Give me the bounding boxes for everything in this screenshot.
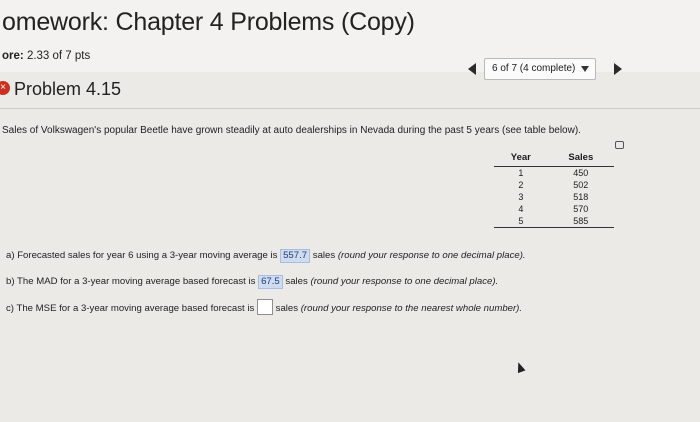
score-value: 2.33 of 7 pts xyxy=(26,50,91,62)
answer-a-field[interactable]: 557.7 xyxy=(280,249,311,263)
answer-b-field[interactable]: 67.5 xyxy=(258,275,283,289)
question-b: b) The MAD for a 3-year moving average b… xyxy=(6,275,498,289)
question-b-unit: sales xyxy=(285,276,308,287)
sales-cell: 585 xyxy=(547,215,614,228)
question-a-unit: sales xyxy=(312,250,336,261)
sales-cell: 502 xyxy=(573,180,589,190)
sales-cell: 570 xyxy=(573,204,589,214)
question-position: 6 of 7 (4 complete) xyxy=(492,63,576,74)
question-c-unit: sales xyxy=(275,303,299,314)
year-cell: 2 xyxy=(518,180,524,190)
incorrect-x-icon: × xyxy=(0,81,10,95)
question-c-text: c) The MSE for a 3-year moving average b… xyxy=(6,303,255,314)
question-c: c) The MSE for a 3-year moving average b… xyxy=(6,299,522,315)
question-navigator: 6 of 7 (4 complete) xyxy=(468,58,626,82)
copy-table-icon[interactable] xyxy=(615,141,624,149)
year-cell: 3 xyxy=(518,192,524,202)
sales-cell: 450 xyxy=(573,168,589,178)
score-text: ore: 2.33 of 7 pts xyxy=(2,50,90,62)
chevron-down-icon xyxy=(581,66,589,72)
problem-title: Problem 4.15 xyxy=(14,79,122,99)
answer-c-input[interactable] xyxy=(256,299,273,315)
table-row: 5 585 xyxy=(494,215,614,228)
problem-prompt: Sales of Volkswagen's popular Beetle hav… xyxy=(2,125,581,136)
previous-question-icon[interactable] xyxy=(468,63,476,75)
question-a: a) Forecasted sales for year 6 using a 3… xyxy=(6,249,526,263)
table-row: 4 570 xyxy=(494,203,614,215)
table-row: 3 518 xyxy=(494,191,614,203)
year-cell: 5 xyxy=(494,215,548,228)
sales-table: Year Sales 1 450 2 502 3 518 4 570 5 585 xyxy=(494,150,614,228)
year-cell: 1 xyxy=(518,168,524,178)
table-header-sales: Sales xyxy=(547,150,614,167)
mouse-cursor-icon xyxy=(514,360,526,374)
question-b-hint: (round your response to one decimal plac… xyxy=(310,276,499,287)
sales-cell: 518 xyxy=(573,192,589,202)
question-c-hint: (round your response to the nearest whol… xyxy=(300,303,523,314)
next-question-icon[interactable] xyxy=(614,63,622,75)
question-select[interactable]: 6 of 7 (4 complete) xyxy=(484,58,596,80)
score-label: ore: xyxy=(2,50,24,62)
question-a-text: a) Forecasted sales for year 6 using a 3… xyxy=(6,250,278,261)
table-header-year: Year xyxy=(494,150,548,167)
table-row: 1 450 xyxy=(494,167,614,180)
question-a-hint: (round your response to one decimal plac… xyxy=(337,250,526,261)
year-cell: 4 xyxy=(518,204,524,214)
divider xyxy=(0,108,700,109)
page-title: omework: Chapter 4 Problems (Copy) xyxy=(2,8,415,36)
question-b-text: b) The MAD for a 3-year moving average b… xyxy=(6,276,256,287)
table-row: 2 502 xyxy=(494,179,614,191)
